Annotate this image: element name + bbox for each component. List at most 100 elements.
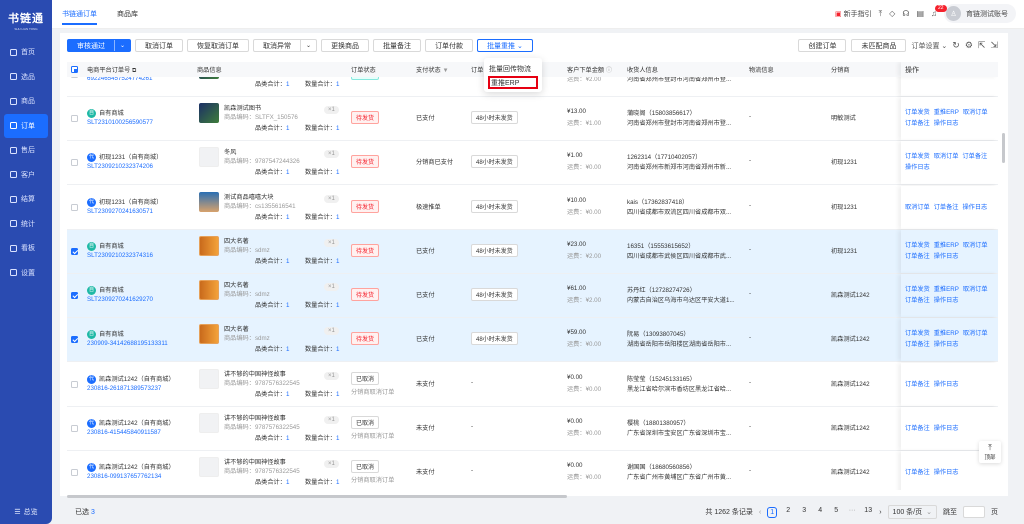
- sidebar-item-4[interactable]: 售后: [4, 138, 48, 163]
- row-checkbox[interactable]: [71, 469, 78, 476]
- row-checkbox[interactable]: [71, 336, 78, 343]
- gear-icon[interactable]: ⚙: [965, 40, 973, 51]
- order-number-link[interactable]: 230909-34142688195133311: [87, 340, 168, 347]
- sidebar-item-7[interactable]: 统计: [4, 212, 48, 237]
- order-number-link[interactable]: SLT2309270241630571: [87, 208, 153, 215]
- tab-shulian-orders[interactable]: 书链通订单: [52, 0, 107, 29]
- create-order-button[interactable]: 创建订单: [798, 39, 847, 52]
- order-number-link[interactable]: 230816-415445840911587: [87, 429, 161, 436]
- import-icon[interactable]: ⇲: [990, 40, 998, 51]
- table-row[interactable]: 自自有商城 230909-34142688195133311 四大名著 商品编码：sd…: [67, 318, 998, 362]
- diamond-icon[interactable]: ◇: [889, 9, 895, 18]
- action-link[interactable]: 重推ERP: [934, 109, 959, 116]
- menu-item-repush-erp[interactable]: 重推ERP: [488, 76, 538, 89]
- order-pay-button[interactable]: 订单付款: [425, 39, 474, 52]
- prev-page-icon[interactable]: ‹: [759, 509, 761, 516]
- document-icon[interactable]: ▤: [916, 9, 924, 18]
- action-link[interactable]: 取消订单: [934, 153, 959, 160]
- action-link[interactable]: 订单备注: [905, 425, 930, 432]
- action-link[interactable]: 取消订单: [905, 204, 930, 211]
- order-number-link[interactable]: SLT2309210232374316: [87, 252, 153, 259]
- action-link[interactable]: 操作日志: [963, 204, 988, 211]
- user-menu[interactable]: ♙ 育链测试账号: [944, 4, 1016, 23]
- action-link[interactable]: 订单发货: [905, 242, 930, 249]
- sidebar-item-3[interactable]: 订单: [4, 113, 48, 138]
- page-ellipsis[interactable]: ···: [847, 507, 857, 518]
- action-link[interactable]: 操作日志: [934, 469, 959, 476]
- table-row[interactable]: 代凯森测试1242（自有商城） 230816-099137657762134 讲不够…: [67, 451, 998, 490]
- overview-button[interactable]: ☰ 总览: [0, 500, 52, 524]
- row-checkbox[interactable]: [71, 425, 78, 432]
- approve-button[interactable]: 审核通过 ⌄: [67, 39, 132, 52]
- page-number[interactable]: 1: [767, 506, 778, 518]
- help-icon[interactable]: ⓘ: [606, 67, 612, 74]
- order-number-link[interactable]: SLT2309270241629270: [87, 296, 153, 303]
- row-checkbox[interactable]: [71, 115, 78, 122]
- sidebar-item-1[interactable]: 选品: [4, 65, 48, 90]
- action-link[interactable]: 重推ERP: [934, 242, 959, 249]
- action-link[interactable]: 重推ERP: [934, 330, 959, 337]
- page-size-select[interactable]: 100 条/页 ⌄: [887, 505, 937, 519]
- sidebar-item-6[interactable]: 结算: [4, 187, 48, 212]
- restore-cancel-button[interactable]: 恢复取消订单: [187, 39, 250, 52]
- row-checkbox[interactable]: [71, 159, 78, 166]
- table-row[interactable]: 代初现1231（自有商城） SLT2309210232374206 冬风 商品编码：9…: [67, 141, 998, 185]
- sidebar-item-9[interactable]: 设置: [4, 261, 48, 286]
- row-checkbox[interactable]: [71, 248, 78, 255]
- action-link[interactable]: 订单备注: [905, 341, 930, 348]
- action-link[interactable]: 订单发货: [905, 153, 930, 160]
- unmatched-goods-button[interactable]: 未匹配商品: [851, 39, 907, 52]
- change-goods-button[interactable]: 更换商品: [321, 39, 370, 52]
- tab-goods-library[interactable]: 商品库: [107, 0, 148, 29]
- row-checkbox[interactable]: [71, 381, 78, 388]
- action-link[interactable]: 订单发货: [905, 286, 930, 293]
- table-row[interactable]: 代凯森测试1242（自有商城） 230816-415445840911587 讲不够…: [67, 407, 998, 451]
- copy-icon[interactable]: ⧉: [132, 67, 136, 74]
- sidebar-item-0[interactable]: 首页: [4, 40, 48, 65]
- action-link[interactable]: 操作日志: [934, 341, 959, 348]
- chevron-down-icon[interactable]: ⌄: [300, 40, 316, 51]
- batch-push-button[interactable]: 批量重推 ⌄: [477, 39, 533, 52]
- action-link[interactable]: 订单备注: [905, 253, 930, 260]
- menu-item-batch-logistics[interactable]: 批量回传物流: [484, 61, 542, 76]
- page-number[interactable]: 3: [799, 507, 809, 518]
- action-link[interactable]: 取消订单: [963, 330, 988, 337]
- action-link[interactable]: 订单备注: [934, 204, 959, 211]
- row-checkbox[interactable]: [71, 204, 78, 211]
- table-row[interactable]: 自自有商城 SLT2309210232374316 四大名著 商品编码：sdmz ×1 品…: [67, 230, 998, 274]
- sidebar-item-5[interactable]: 客户: [4, 163, 48, 188]
- sidebar-item-2[interactable]: 商品: [4, 89, 48, 114]
- action-link[interactable]: 订单备注: [905, 469, 930, 476]
- action-link[interactable]: 操作日志: [934, 120, 959, 127]
- order-number-link[interactable]: SLT2310100256590577: [87, 119, 153, 126]
- order-number-link[interactable]: 230816-261871389573237: [87, 385, 161, 392]
- next-page-icon[interactable]: ›: [879, 509, 881, 516]
- page-number[interactable]: 2: [783, 507, 793, 518]
- headset-icon[interactable]: ☊: [902, 9, 909, 18]
- horizontal-scrollbar[interactable]: [67, 495, 567, 498]
- batch-note-button[interactable]: 批量备注: [373, 39, 422, 52]
- vertical-scrollbar[interactable]: [1002, 133, 1005, 163]
- action-link[interactable]: 订单备注: [905, 381, 930, 388]
- upload-icon[interactable]: ⤒: [879, 9, 883, 19]
- page-number[interactable]: 4: [815, 507, 825, 518]
- back-to-top-button[interactable]: ⤒ 顶部: [979, 441, 1001, 463]
- table-row[interactable]: 自自有商城 SLT2309270241629270 四大名著 商品编码：sdmz ×1 品…: [67, 274, 998, 318]
- export-icon[interactable]: ⇱: [978, 40, 986, 51]
- action-link[interactable]: 取消订单: [963, 109, 988, 116]
- action-link[interactable]: 操作日志: [934, 253, 959, 260]
- action-link[interactable]: 取消订单: [963, 286, 988, 293]
- action-link[interactable]: 取消订单: [963, 242, 988, 249]
- action-link[interactable]: 订单备注: [905, 297, 930, 304]
- table-row[interactable]: 自自有商城 SLT2310100256590577 凯森测试图书 商品编码：SLTFX…: [67, 97, 998, 141]
- filter-icon[interactable]: ▼: [442, 67, 448, 74]
- chevron-down-icon[interactable]: ⌄: [114, 40, 130, 51]
- action-link[interactable]: 操作日志: [934, 381, 959, 388]
- action-link[interactable]: 操作日志: [934, 297, 959, 304]
- table-row[interactable]: 代初现1231（自有商城） SLT2309270241630571 测试商品嘻嘻大块…: [67, 186, 998, 230]
- action-link[interactable]: 重推ERP: [934, 286, 959, 293]
- action-link[interactable]: 操作日志: [934, 425, 959, 432]
- action-link[interactable]: 订单发货: [905, 330, 930, 337]
- table-row[interactable]: 代凯森测试1242（自有商城） 230816-261871389573237 讲不够…: [67, 363, 998, 407]
- order-settings-dropdown[interactable]: 订单设置 ⌄: [911, 41, 947, 51]
